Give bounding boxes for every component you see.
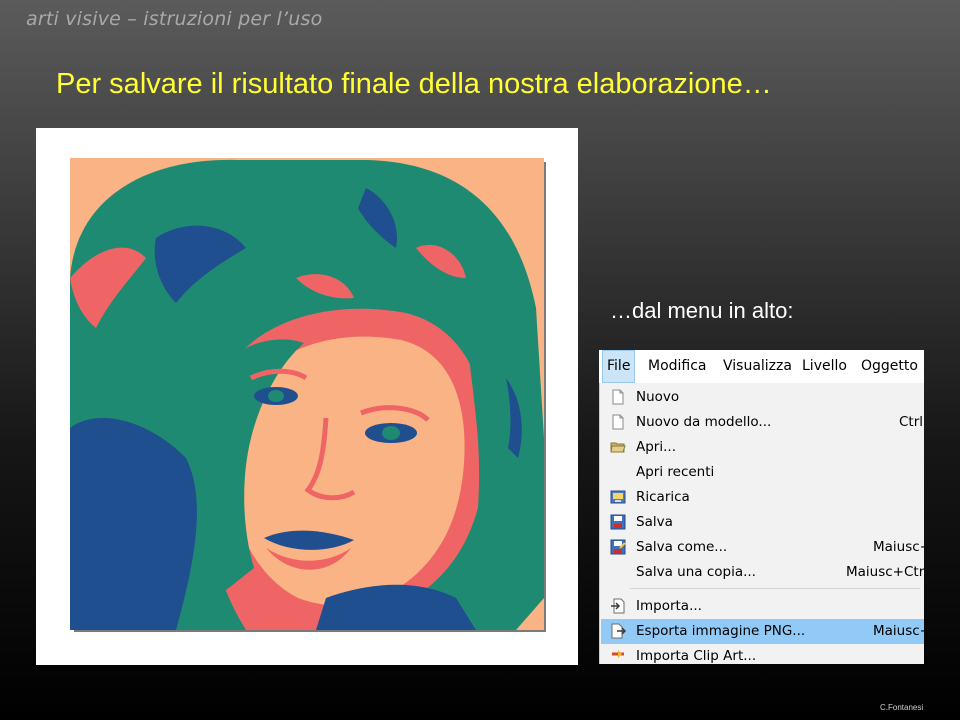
menu-item-label: Nuovo da modello...	[636, 414, 772, 430]
subtitle: …dal menu in alto:	[610, 298, 794, 323]
menu-item-nuovo[interactable]: Nuovo	[601, 385, 924, 410]
menu-bar: File Modifica Visualizza Livello Oggetto	[599, 350, 924, 384]
menubar-visualizza[interactable]: Visualizza	[719, 350, 796, 383]
menu-item-label: Salva una copia...	[636, 564, 756, 580]
credit: C.Fontanesi	[880, 703, 924, 712]
menubar-oggetto[interactable]: Oggetto	[857, 350, 922, 383]
save-as-icon	[610, 539, 626, 555]
menubar-livello[interactable]: Livello	[798, 350, 851, 383]
menu-item-label: Nuovo	[636, 389, 680, 405]
menu-item-shortcut: Ctrl+	[899, 414, 924, 430]
posterized-portrait	[36, 128, 578, 665]
export-icon	[611, 623, 626, 639]
menu-item-esporta-immagine-png[interactable]: Esporta immagine PNG... Maiusc+	[601, 619, 924, 644]
menu-item-label: Esporta immagine PNG...	[636, 623, 806, 639]
menubar-file[interactable]: File	[602, 350, 636, 383]
new-document-icon	[612, 389, 624, 405]
menu-item-label: Salva	[636, 514, 673, 530]
menu-screenshot: File Modifica Visualizza Livello Oggetto…	[599, 350, 924, 664]
file-dropdown-menu: Nuovo Nuovo da modello... Ctrl+ Apri... …	[599, 383, 924, 664]
menu-item-label: Ricarica	[636, 489, 690, 505]
menubar-modifica[interactable]: Modifica	[644, 350, 711, 383]
save-icon	[610, 514, 626, 530]
slide-title: Per salvare il risultato finale della no…	[56, 68, 772, 100]
menu-item-salva[interactable]: Salva	[601, 510, 924, 535]
reload-icon	[610, 490, 626, 504]
menu-item-ricarica[interactable]: Ricarica	[601, 485, 924, 510]
menu-item-nuovo-da-modello[interactable]: Nuovo da modello... Ctrl+	[601, 410, 924, 435]
folder-open-icon	[610, 442, 626, 453]
menu-item-apri[interactable]: Apri...	[601, 435, 924, 460]
menu-item-label: Importa Clip Art...	[636, 648, 757, 664]
menu-separator	[630, 588, 920, 589]
menu-item-salva-come[interactable]: Salva come... Maiusc+	[601, 535, 924, 560]
menu-item-label: Importa...	[636, 598, 702, 614]
menu-item-importa-clip-art[interactable]: Importa Clip Art...	[601, 644, 924, 664]
menu-item-apri-recenti[interactable]: Apri recenti	[601, 460, 924, 485]
menu-item-label: Salva come...	[636, 539, 728, 555]
template-document-icon	[612, 414, 624, 430]
menu-item-shortcut: Maiusc+Ctrl	[846, 564, 924, 580]
menu-item-label: Apri...	[636, 439, 676, 455]
clipart-icon	[612, 650, 624, 658]
menu-item-shortcut: Maiusc+	[873, 623, 924, 639]
import-icon	[611, 598, 625, 614]
menu-item-label: Apri recenti	[636, 464, 715, 480]
portrait-illustration	[70, 158, 546, 632]
header-title: arti visive – istruzioni per l’uso	[26, 8, 323, 30]
menu-item-salva-una-copia[interactable]: Salva una copia... Maiusc+Ctrl	[601, 560, 924, 585]
menu-item-importa[interactable]: Importa...	[601, 594, 924, 619]
menu-item-shortcut: Maiusc+	[873, 539, 924, 555]
